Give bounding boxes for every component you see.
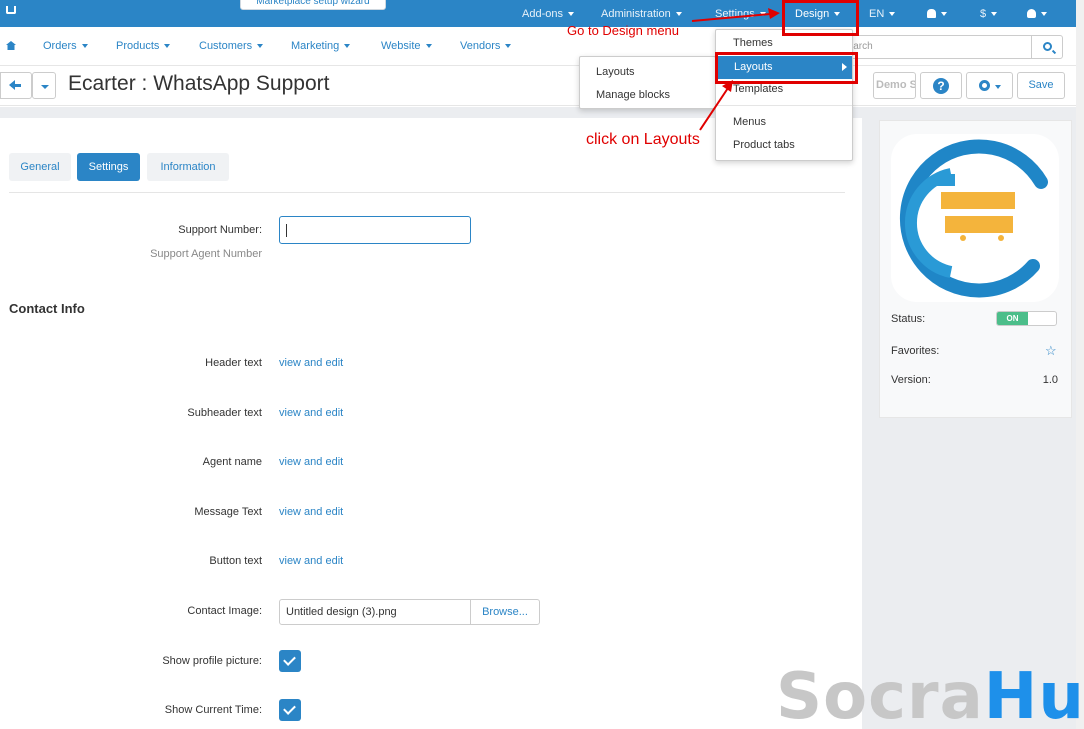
arrow-to-layouts (699, 87, 729, 131)
page-scrollbar[interactable] (1076, 0, 1084, 729)
watermark-part1: Socra (776, 660, 984, 729)
annotation-arrows (691, 8, 780, 131)
arrow-to-design (691, 13, 771, 22)
arrow-head-design-icon (768, 8, 780, 19)
socrahub-watermark: SocraHub (776, 662, 1084, 729)
watermark-part2: Hub (983, 660, 1084, 729)
